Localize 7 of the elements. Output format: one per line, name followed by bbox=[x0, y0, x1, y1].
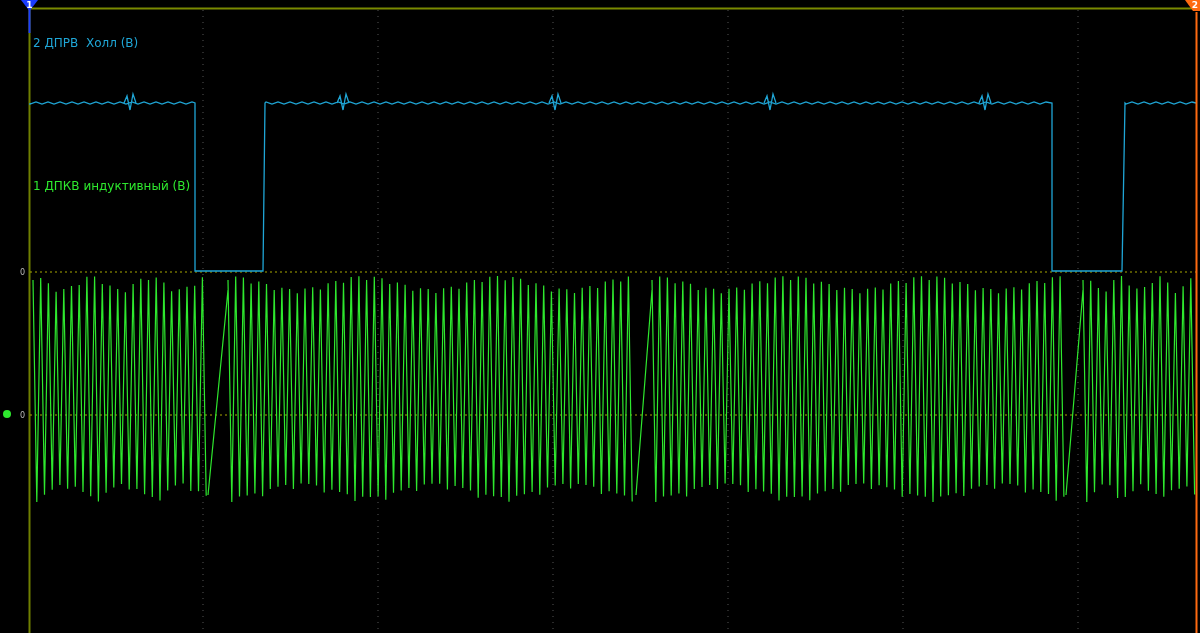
channel-marker-icon[interactable] bbox=[3, 410, 11, 418]
channel-label: 1 ДПКВ индуктивный (В) bbox=[33, 179, 191, 193]
channel-label: 2 ДПРВ Холл (В) bbox=[33, 36, 139, 50]
cursor-marker[interactable]: 1 bbox=[21, 0, 38, 11]
cursor-line[interactable] bbox=[1195, 11, 1198, 633]
zero-level-label: 0 bbox=[20, 268, 26, 277]
zero-level-label: 0 bbox=[20, 411, 26, 420]
